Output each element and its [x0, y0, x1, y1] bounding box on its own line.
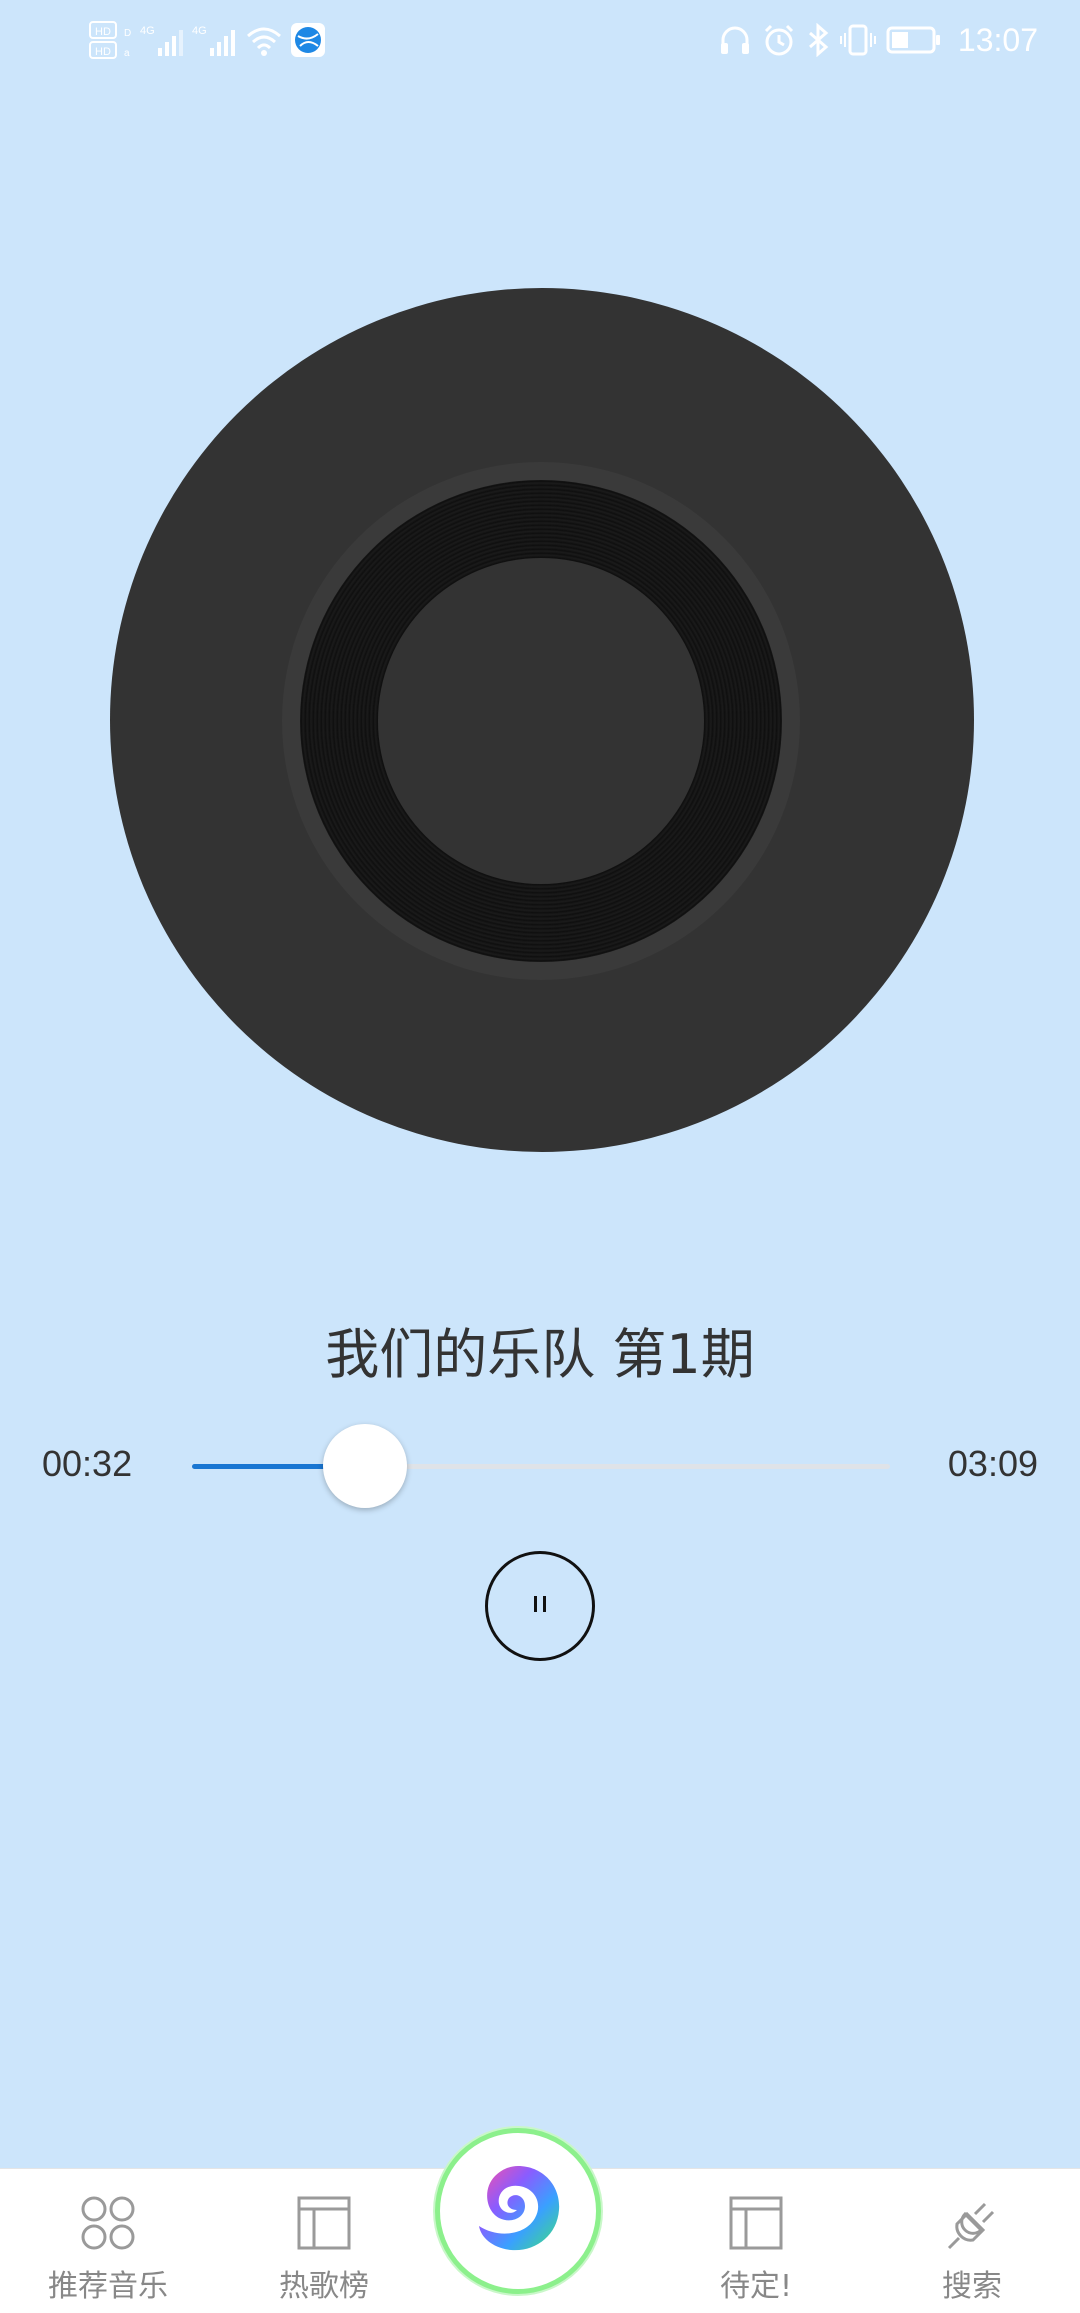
svg-text:4G: 4G — [192, 25, 207, 37]
center-logo-icon — [463, 2154, 573, 2268]
headphones-icon — [718, 23, 752, 57]
progress-slider[interactable] — [192, 1464, 890, 1469]
vibrate-icon — [839, 23, 876, 57]
svg-text:4G: 4G — [140, 25, 155, 37]
battery-icon — [886, 25, 942, 55]
bluetooth-icon — [806, 23, 830, 57]
progress-thumb[interactable] — [323, 1424, 407, 1508]
plug-icon — [943, 2193, 1001, 2253]
nav-label: 推荐音乐 — [48, 2269, 168, 2304]
alarm-icon — [762, 23, 796, 57]
nav-label: 搜索 — [942, 2269, 1002, 2304]
svg-text:D: D — [124, 28, 131, 39]
layout-panel-icon — [728, 2193, 784, 2253]
nav-item-pending[interactable]: 待定! — [648, 2169, 864, 2313]
song-title: 我们的乐队 第1期 — [325, 1323, 755, 1386]
signal-4g-icon: 4G — [140, 20, 186, 60]
hd-icon: HD HD D a — [88, 20, 134, 60]
status-right-icons: 13:07 — [718, 14, 1038, 66]
browser-app-icon — [290, 22, 326, 58]
status-time: 13:07 — [957, 21, 1038, 58]
nav-item-hot-songs[interactable]: 热歌榜 — [216, 2169, 432, 2313]
status-left-icons: HD HD D a 4G 4G — [88, 14, 326, 66]
status-bar: HD HD D a 4G 4G 13:07 — [0, 0, 1080, 80]
nav-label: 热歌榜 — [279, 2269, 369, 2304]
nav-label: 待定! — [719, 2269, 793, 2304]
grid-circles-icon — [79, 2193, 137, 2253]
svg-text:HD: HD — [95, 26, 111, 38]
nav-item-recommended-music[interactable]: 推荐音乐 — [0, 2169, 216, 2313]
layout-panel-icon — [296, 2193, 352, 2253]
signal-4g-icon: 4G — [192, 20, 238, 60]
wifi-icon — [244, 20, 284, 60]
current-time: 00:32 — [42, 1443, 133, 1484]
nav-center-button[interactable] — [435, 2128, 601, 2294]
pause-icon — [527, 1591, 553, 1621]
svg-text:a: a — [124, 48, 130, 59]
pause-button[interactable] — [485, 1551, 595, 1661]
nav-item-search[interactable]: 搜索 — [864, 2169, 1080, 2313]
vinyl-center-label — [378, 558, 704, 884]
total-time: 03:09 — [947, 1443, 1038, 1484]
svg-text:HD: HD — [95, 46, 111, 58]
